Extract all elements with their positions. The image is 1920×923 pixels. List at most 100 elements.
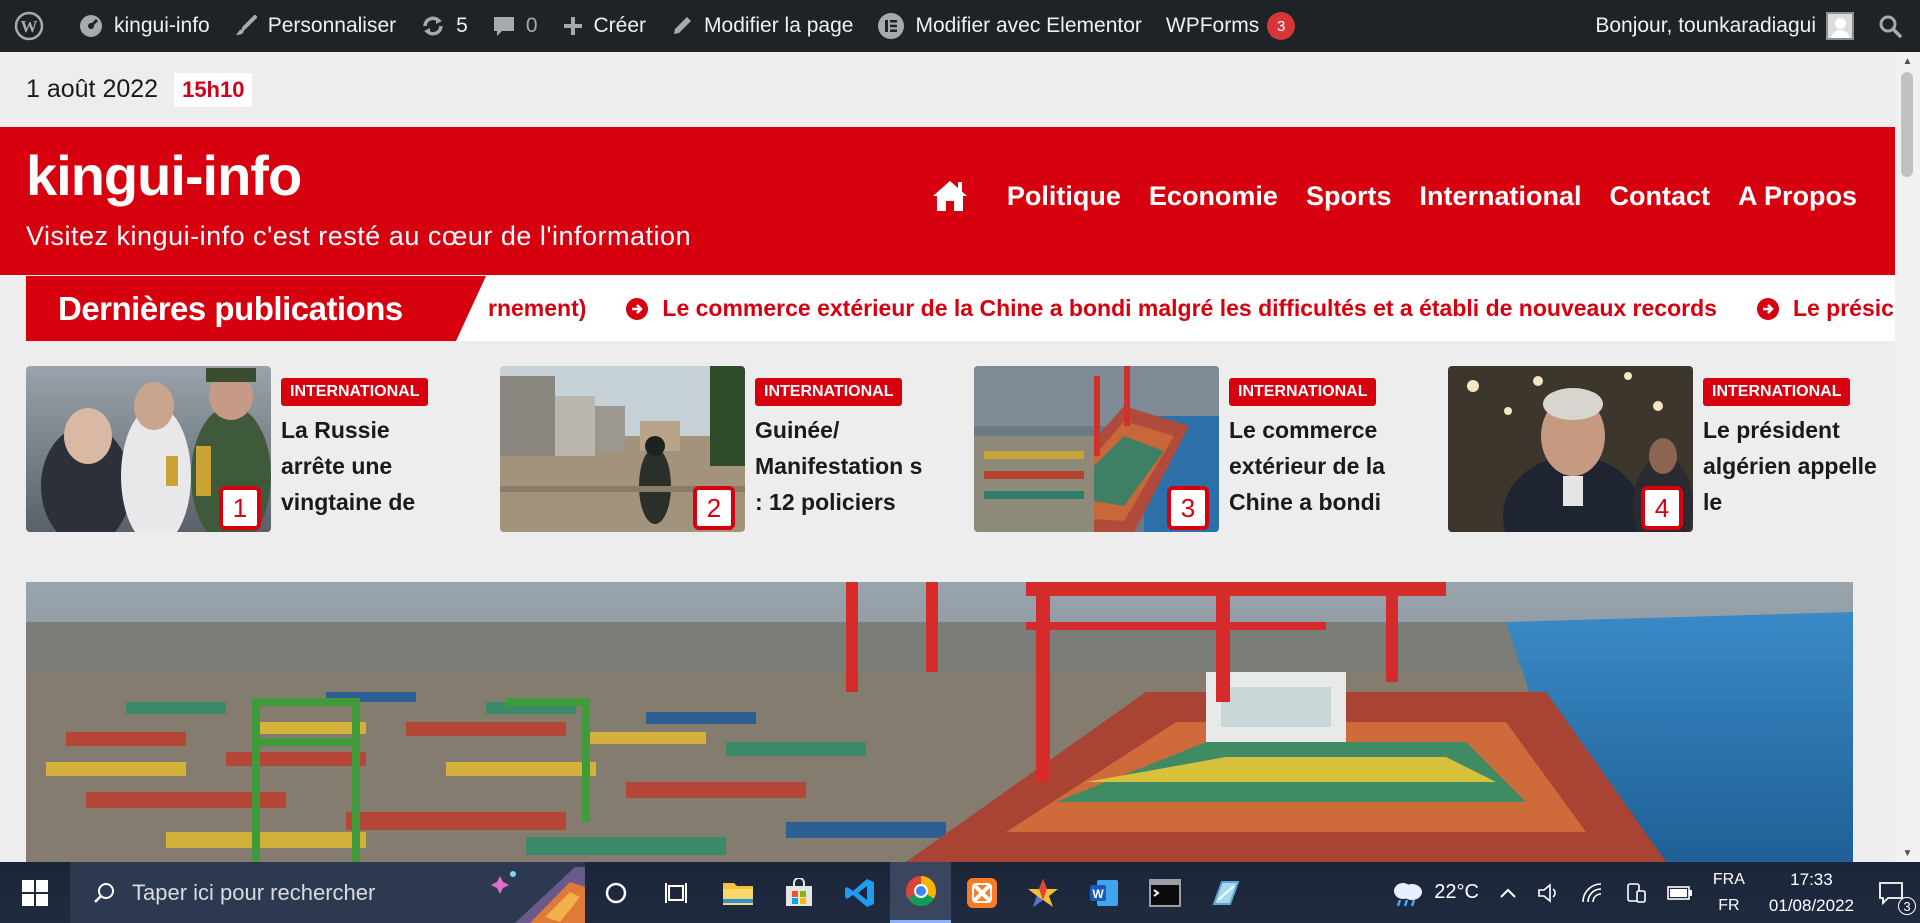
nav-item-politique[interactable]: Politique (1007, 181, 1121, 212)
file-explorer-button[interactable] (707, 862, 768, 923)
post-card[interactable]: 3 INTERNATIONAL Le commerce extérieur de… (974, 366, 1424, 532)
elementor-label: Modifier avec Elementor (915, 14, 1142, 37)
post-thumbnail[interactable]: 2 (500, 366, 745, 532)
store-bag-icon (784, 877, 814, 908)
customize-link[interactable]: Personnaliser (222, 0, 408, 52)
chrome-button[interactable] (890, 862, 951, 923)
post-card[interactable]: 1 INTERNATIONAL La Russie arrête une vin… (26, 366, 476, 532)
featured-hero-image[interactable] (26, 582, 1853, 862)
show-hidden-icons-button[interactable] (1489, 862, 1527, 923)
chevron-up-icon (1499, 887, 1517, 899)
xampp-button[interactable] (951, 862, 1012, 923)
post-rank-badge: 4 (1641, 486, 1683, 530)
chrome-icon (905, 875, 937, 907)
cortana-button[interactable] (585, 862, 646, 923)
post-thumbnail[interactable]: 3 (974, 366, 1219, 532)
search-icon (1878, 14, 1902, 38)
terminal-icon (1148, 878, 1181, 907)
wordpress-logo-button[interactable]: W (0, 0, 66, 52)
paintbrush-icon (234, 14, 258, 38)
windows-logo-icon (22, 879, 48, 906)
nav-item-contact[interactable]: Contact (1609, 181, 1710, 212)
current-date: 1 août 2022 (26, 75, 159, 103)
task-view-button[interactable] (646, 862, 707, 923)
word-icon: W (1089, 878, 1119, 908)
ticker-item[interactable]: Le présic (1756, 295, 1894, 322)
word-button[interactable]: W (1073, 862, 1134, 923)
search-icon (92, 881, 116, 905)
post-category-badge[interactable]: INTERNATIONAL (281, 378, 429, 406)
new-content-link[interactable]: Créer (550, 0, 659, 52)
language-code: FRA (1712, 870, 1745, 888)
pencil-icon (670, 14, 694, 38)
elementor-link[interactable]: Modifier avec Elementor (865, 0, 1153, 52)
windows-taskbar: Taper ici pour rechercher W 22°C FRA FR … (0, 862, 1920, 923)
scroll-up-arrow-icon[interactable]: ▲ (1895, 52, 1920, 70)
snipping-icon (1210, 878, 1242, 908)
scrollbar-thumb[interactable] (1901, 72, 1913, 177)
taskbar-search-box[interactable]: Taper ici pour rechercher (70, 862, 585, 923)
folder-icon (722, 879, 754, 907)
notification-center-button[interactable]: 3 (1868, 862, 1920, 923)
ticker-item[interactable]: Le commerce extérieur de la Chine a bond… (626, 295, 1717, 322)
post-category-badge[interactable]: INTERNATIONAL (1229, 378, 1377, 406)
comments-link[interactable]: 0 (480, 0, 550, 52)
search-highlight-illustration (475, 862, 585, 923)
nav-item-a-propos[interactable]: A Propos (1738, 181, 1857, 212)
main-nav: Politique Economie Sports International … (931, 179, 1857, 213)
post-category-badge[interactable]: INTERNATIONAL (1703, 378, 1851, 406)
ticker-item-text: rnement) (488, 295, 587, 321)
dashboard-gauge-icon (78, 13, 104, 39)
nav-item-international[interactable]: International (1419, 181, 1581, 212)
admin-search-button[interactable] (1866, 0, 1920, 52)
site-tagline: Visitez kingui-info c'est resté au cœur … (26, 221, 692, 251)
edit-page-link[interactable]: Modifier la page (658, 0, 865, 52)
volume-button[interactable] (1527, 862, 1571, 923)
battery-button[interactable] (1657, 862, 1703, 923)
top-date-bar: 1 août 2022 15h10 (0, 52, 1895, 127)
ticker-item-text: Le commerce extérieur de la Chine a bond… (662, 295, 1717, 321)
terminal-button[interactable] (1134, 862, 1195, 923)
post-title[interactable]: La Russie arrête une vingtaine de (281, 412, 456, 520)
current-time: 15h10 (174, 72, 253, 107)
taskbar-clock[interactable]: 17:33 01/08/2022 (1755, 867, 1868, 919)
task-view-icon (664, 881, 690, 905)
weather-cloud-rain-icon (1390, 878, 1424, 908)
microsoft-store-button[interactable] (768, 862, 829, 923)
battery-icon (1667, 885, 1693, 901)
device-button[interactable] (1615, 862, 1657, 923)
post-card[interactable]: 4 INTERNATIONAL Le président algérien ap… (1448, 366, 1898, 532)
phone-link-icon (1625, 882, 1647, 904)
site-name-link[interactable]: kingui-info (66, 0, 222, 52)
post-title[interactable]: Le commerce extérieur de la Chine a bond… (1229, 412, 1404, 520)
post-card[interactable]: 2 INTERNATIONAL Guinée/ Manifestation s … (500, 366, 950, 532)
post-title[interactable]: Le président algérien appelle le (1703, 412, 1878, 520)
post-title[interactable]: Guinée/ Manifestation s : 12 policiers (755, 412, 930, 520)
user-avatar (1826, 12, 1854, 40)
scroll-down-arrow-icon[interactable]: ▼ (1895, 844, 1920, 862)
wpforms-link[interactable]: WPForms 3 (1154, 0, 1307, 52)
starred-app-button[interactable] (1012, 862, 1073, 923)
vscode-icon (844, 877, 876, 909)
new-content-label: Créer (593, 14, 647, 37)
page-scrollbar[interactable]: ▲ ▼ (1895, 52, 1920, 862)
my-account-link[interactable]: Bonjour, tounkaradiagui (1583, 0, 1866, 52)
network-button[interactable] (1571, 862, 1615, 923)
home-icon[interactable] (931, 179, 969, 213)
nav-item-economie[interactable]: Economie (1149, 181, 1278, 212)
post-category-badge[interactable]: INTERNATIONAL (755, 378, 903, 406)
nav-item-sports[interactable]: Sports (1306, 181, 1392, 212)
weather-widget[interactable]: 22°C (1380, 862, 1489, 923)
start-button[interactable] (0, 862, 70, 923)
vscode-button[interactable] (829, 862, 890, 923)
comment-bubble-icon (492, 14, 516, 38)
ticker-item[interactable]: rnement) (488, 295, 586, 322)
input-language-button[interactable]: FRA FR (1703, 867, 1755, 919)
refresh-icon (420, 13, 446, 39)
post-thumbnail[interactable]: 4 (1448, 366, 1693, 532)
site-logo[interactable]: kingui-info (26, 143, 302, 208)
updates-link[interactable]: 5 (408, 0, 480, 52)
notification-count: 3 (1898, 897, 1916, 915)
post-thumbnail[interactable]: 1 (26, 366, 271, 532)
snipping-tool-button[interactable] (1195, 862, 1256, 923)
